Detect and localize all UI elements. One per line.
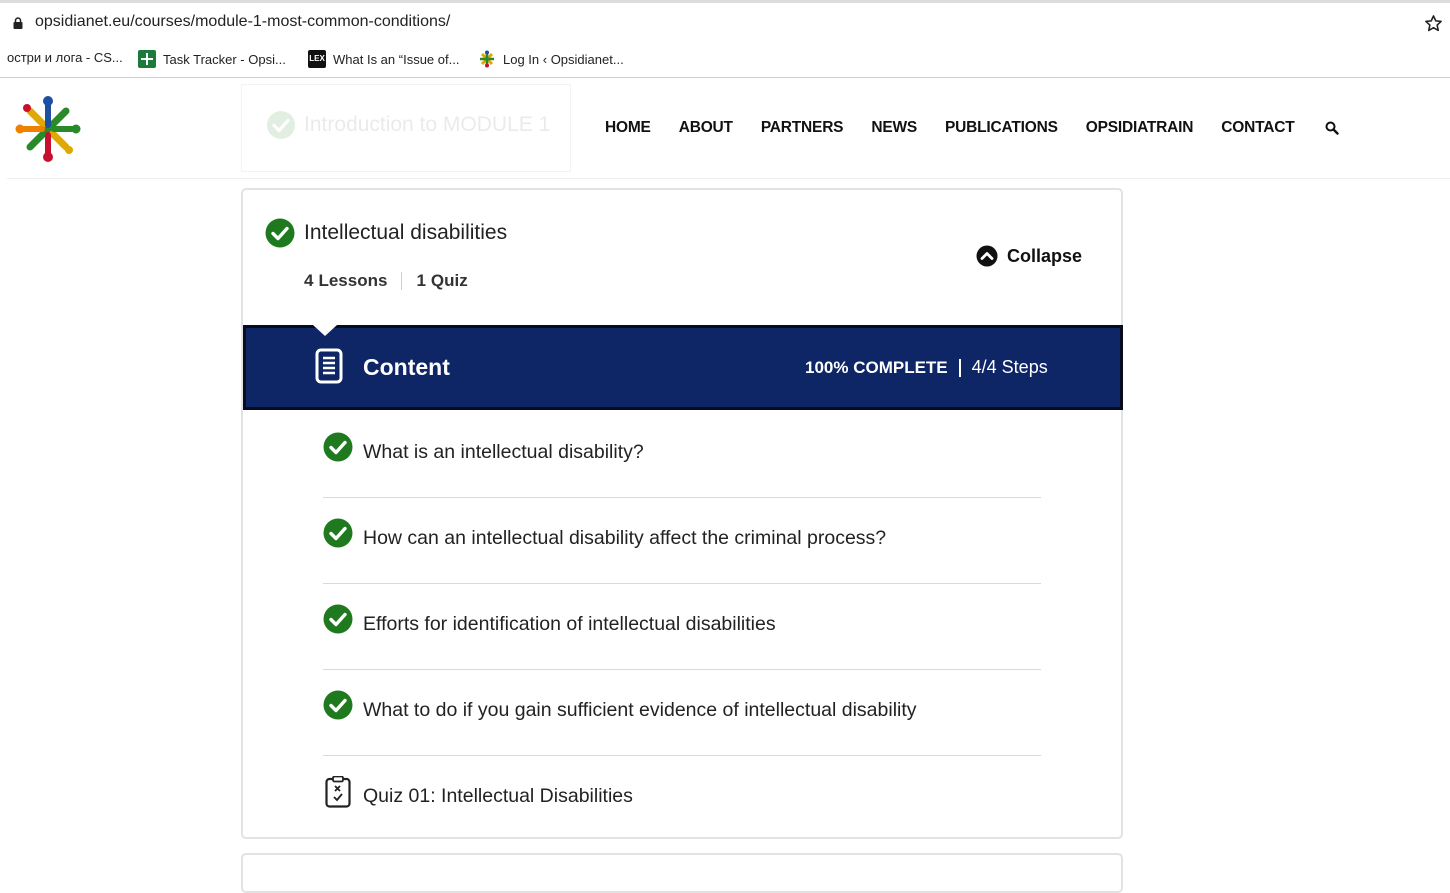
- check-circle-icon: [323, 432, 353, 462]
- bookmark-opsidianet-login[interactable]: Log In ‹ Opsidianet...: [478, 50, 624, 68]
- divider: [958, 358, 961, 377]
- quiz-title[interactable]: Quiz 01: Intellectual Disabilities: [363, 785, 633, 808]
- quiz-item[interactable]: Quiz 01: Intellectual Disabilities: [323, 756, 1041, 842]
- lesson-item[interactable]: Efforts for identification of intellectu…: [323, 584, 1041, 670]
- url-text[interactable]: opsidianet.eu/courses/module-1-most-comm…: [35, 13, 450, 31]
- nav-opsidiatrain[interactable]: OPSIDIATRAIN: [1086, 119, 1194, 137]
- task-tracker-icon: [138, 50, 156, 68]
- lesson-item[interactable]: How can an intellectual disability affec…: [323, 498, 1041, 584]
- collapse-button[interactable]: Collapse: [976, 245, 1082, 267]
- lesson-title[interactable]: How can an intellectual disability affec…: [363, 527, 886, 550]
- main-nav: HOME ABOUT PARTNERS NEWS PUBLICATIONS OP…: [605, 119, 1339, 137]
- bookmarks-bar: остри и лога - CS... Task Tracker - Opsi…: [0, 40, 1450, 78]
- opsidianet-icon: [480, 50, 494, 68]
- bookmark-label: What Is an “Issue of...: [333, 51, 460, 67]
- lesson-item[interactable]: What is an intellectual disability?: [323, 412, 1041, 498]
- lesson-item[interactable]: What to do if you gain sufficient eviden…: [323, 670, 1041, 756]
- lock-icon: [13, 17, 23, 29]
- nav-about[interactable]: ABOUT: [679, 119, 733, 137]
- bookmark-1[interactable]: остри и лога - CS...: [7, 50, 123, 65]
- content-header-bar: Content 100% COMPLETE 4/4 Steps: [243, 325, 1123, 410]
- check-circle-icon: [265, 218, 295, 248]
- percent-complete: 100% COMPLETE: [805, 357, 948, 377]
- content-title: Content: [363, 354, 450, 380]
- divider: [401, 272, 403, 290]
- document-icon: [315, 348, 343, 384]
- lex-icon: LEX: [308, 50, 326, 68]
- topic-title[interactable]: Intellectual disabilities: [304, 221, 507, 245]
- lesson-title[interactable]: What is an intellectual disability?: [363, 441, 644, 464]
- progress-status: 100% COMPLETE 4/4 Steps: [805, 357, 1048, 378]
- chevron-up-circle-icon: [976, 245, 998, 267]
- lessons-count: 4: [304, 271, 314, 290]
- quiz-icon: [325, 776, 351, 808]
- site-header: Introduction to MODULE 1 HOME ABOUT PART…: [7, 79, 1450, 179]
- next-topic-card: [241, 853, 1123, 893]
- nav-publications[interactable]: PUBLICATIONS: [945, 119, 1058, 137]
- search-icon[interactable]: [1325, 121, 1339, 135]
- opsidianet-logo[interactable]: [14, 95, 82, 163]
- steps-count: 4/4 Steps: [971, 357, 1048, 377]
- bookmark-label: Task Tracker - Opsi...: [163, 51, 286, 67]
- quiz-label: Quiz: [430, 271, 468, 290]
- lesson-list: What is an intellectual disability? How …: [323, 412, 1041, 842]
- lesson-title[interactable]: Efforts for identification of intellectu…: [363, 613, 776, 636]
- check-circle-icon: [323, 518, 353, 548]
- nav-news[interactable]: NEWS: [871, 119, 917, 137]
- faded-topic-title: Introduction to MODULE 1: [304, 113, 551, 136]
- check-circle-icon: [323, 690, 353, 720]
- address-bar[interactable]: opsidianet.eu/courses/module-1-most-comm…: [0, 0, 1450, 40]
- collapse-label: Collapse: [1007, 245, 1083, 266]
- quiz-count: 1: [416, 271, 426, 290]
- topic-card: Intellectual disabilities 4 Lessons 1 Qu…: [241, 188, 1123, 839]
- bookmark-star-icon[interactable]: [1424, 14, 1443, 33]
- nav-home[interactable]: HOME: [605, 119, 651, 137]
- notch-indicator: [313, 325, 337, 336]
- nav-partners[interactable]: PARTNERS: [761, 119, 844, 137]
- bookmark-lex[interactable]: LEX What Is an “Issue of...: [308, 50, 459, 68]
- lessons-label: Lessons: [318, 271, 388, 290]
- faded-previous-topic: Introduction to MODULE 1: [241, 84, 571, 172]
- check-circle-icon: [267, 111, 295, 139]
- nav-contact[interactable]: CONTACT: [1221, 119, 1294, 137]
- lesson-title[interactable]: What to do if you gain sufficient eviden…: [363, 699, 917, 722]
- bookmark-task-tracker[interactable]: Task Tracker - Opsi...: [138, 50, 286, 68]
- bookmark-label: Log In ‹ Opsidianet...: [503, 51, 624, 67]
- topic-counts: 4 Lessons 1 Quiz: [304, 271, 468, 291]
- check-circle-icon: [323, 604, 353, 634]
- bookmark-label: остри и лога - CS...: [7, 50, 123, 65]
